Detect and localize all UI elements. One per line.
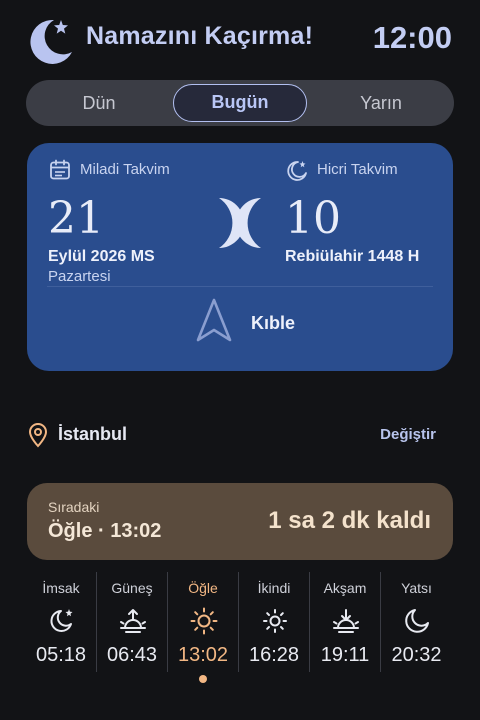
moon-phase-divider-icon [219,198,261,248]
prayer-ogle[interactable]: Öğle 13:02 [168,572,239,672]
tab-tomorrow[interactable]: Yarın [316,84,446,122]
prayer-name: İmsak [42,580,80,596]
location-row: İstanbul Değiştir [0,420,480,450]
day-tabs: Dün Bugün Yarın [26,80,454,126]
prayer-time: 13:02 [177,644,229,666]
prayer-time: 19:11 [320,644,370,666]
gregorian-day: 21 [48,193,104,244]
card-divider [47,286,433,287]
tab-yesterday[interactable]: Dün [34,84,164,122]
prayer-yatsi[interactable]: Yatsı 20:32 [381,572,452,672]
hijri-month-year: Rebiülahir 1448 H [285,248,420,265]
change-location-button[interactable]: Değiştir [380,426,436,443]
prayer-time: 16:28 [248,644,300,666]
prayer-time: 20:32 [391,644,442,666]
moon-star-icon [50,609,73,632]
prayer-name: Güneş [111,580,153,596]
gregorian-month-year: Eylül 2026 MS [48,248,155,265]
gregorian-weekday: Pazartesi [48,268,111,285]
calendar-card: Miladi Takvim 21 Eylül 2026 MS Pazartesi… [27,143,453,371]
gregorian-label: Miladi Takvim [80,161,170,178]
next-prayer-card: Sıradaki Öğle · 13:02 1 sa 2 dk kaldı [27,483,453,560]
hijri-day: 10 [285,193,341,244]
location-pin-icon [28,423,48,448]
prayer-time: 06:43 [106,644,158,666]
prayer-name: İkindi [257,580,291,596]
prayer-name: Öğle [188,580,218,596]
prayer-name: Akşam [323,580,367,596]
prayer-time: 05:18 [35,644,87,666]
app-title: Namazını Kaçırma! [86,22,314,50]
sun-small-icon [263,609,287,633]
sun-icon [190,607,218,635]
sunset-icon [333,609,359,633]
qibla-label[interactable]: Kıble [251,313,295,334]
location-city: İstanbul [58,424,128,444]
time-remaining: 1 sa 2 dk kaldı [268,507,431,534]
current-time: 12:00 [372,20,452,55]
sunrise-icon [120,609,146,633]
crescent-star-logo-icon [30,19,72,64]
moon-icon [405,609,429,633]
prayer-name: Yatsı [401,580,432,596]
prayer-ikindi[interactable]: İkindi 16:28 [239,572,310,672]
next-prayer-label: Sıradaki [48,499,100,515]
calendar-icon [50,159,70,180]
app-header: Namazını Kaçırma! 12:00 [0,0,480,80]
crescent-star-icon [287,161,307,181]
prayer-gunes[interactable]: Güneş 06:43 [97,572,168,672]
prayer-aksam[interactable]: Akşam 19:11 [310,572,381,672]
prayer-times-row: İmsak 05:18 Güneş 06:43 Öğle 13:02 İkind… [26,572,454,672]
tab-today[interactable]: Bugün [173,84,307,122]
prayer-imsak[interactable]: İmsak 05:18 [26,572,97,672]
active-prayer-indicator [199,675,207,683]
navigation-arrow-icon[interactable] [195,297,233,343]
hijri-label: Hicri Takvim [317,161,398,178]
next-prayer-name-time: Öğle · 13:02 [48,520,162,542]
